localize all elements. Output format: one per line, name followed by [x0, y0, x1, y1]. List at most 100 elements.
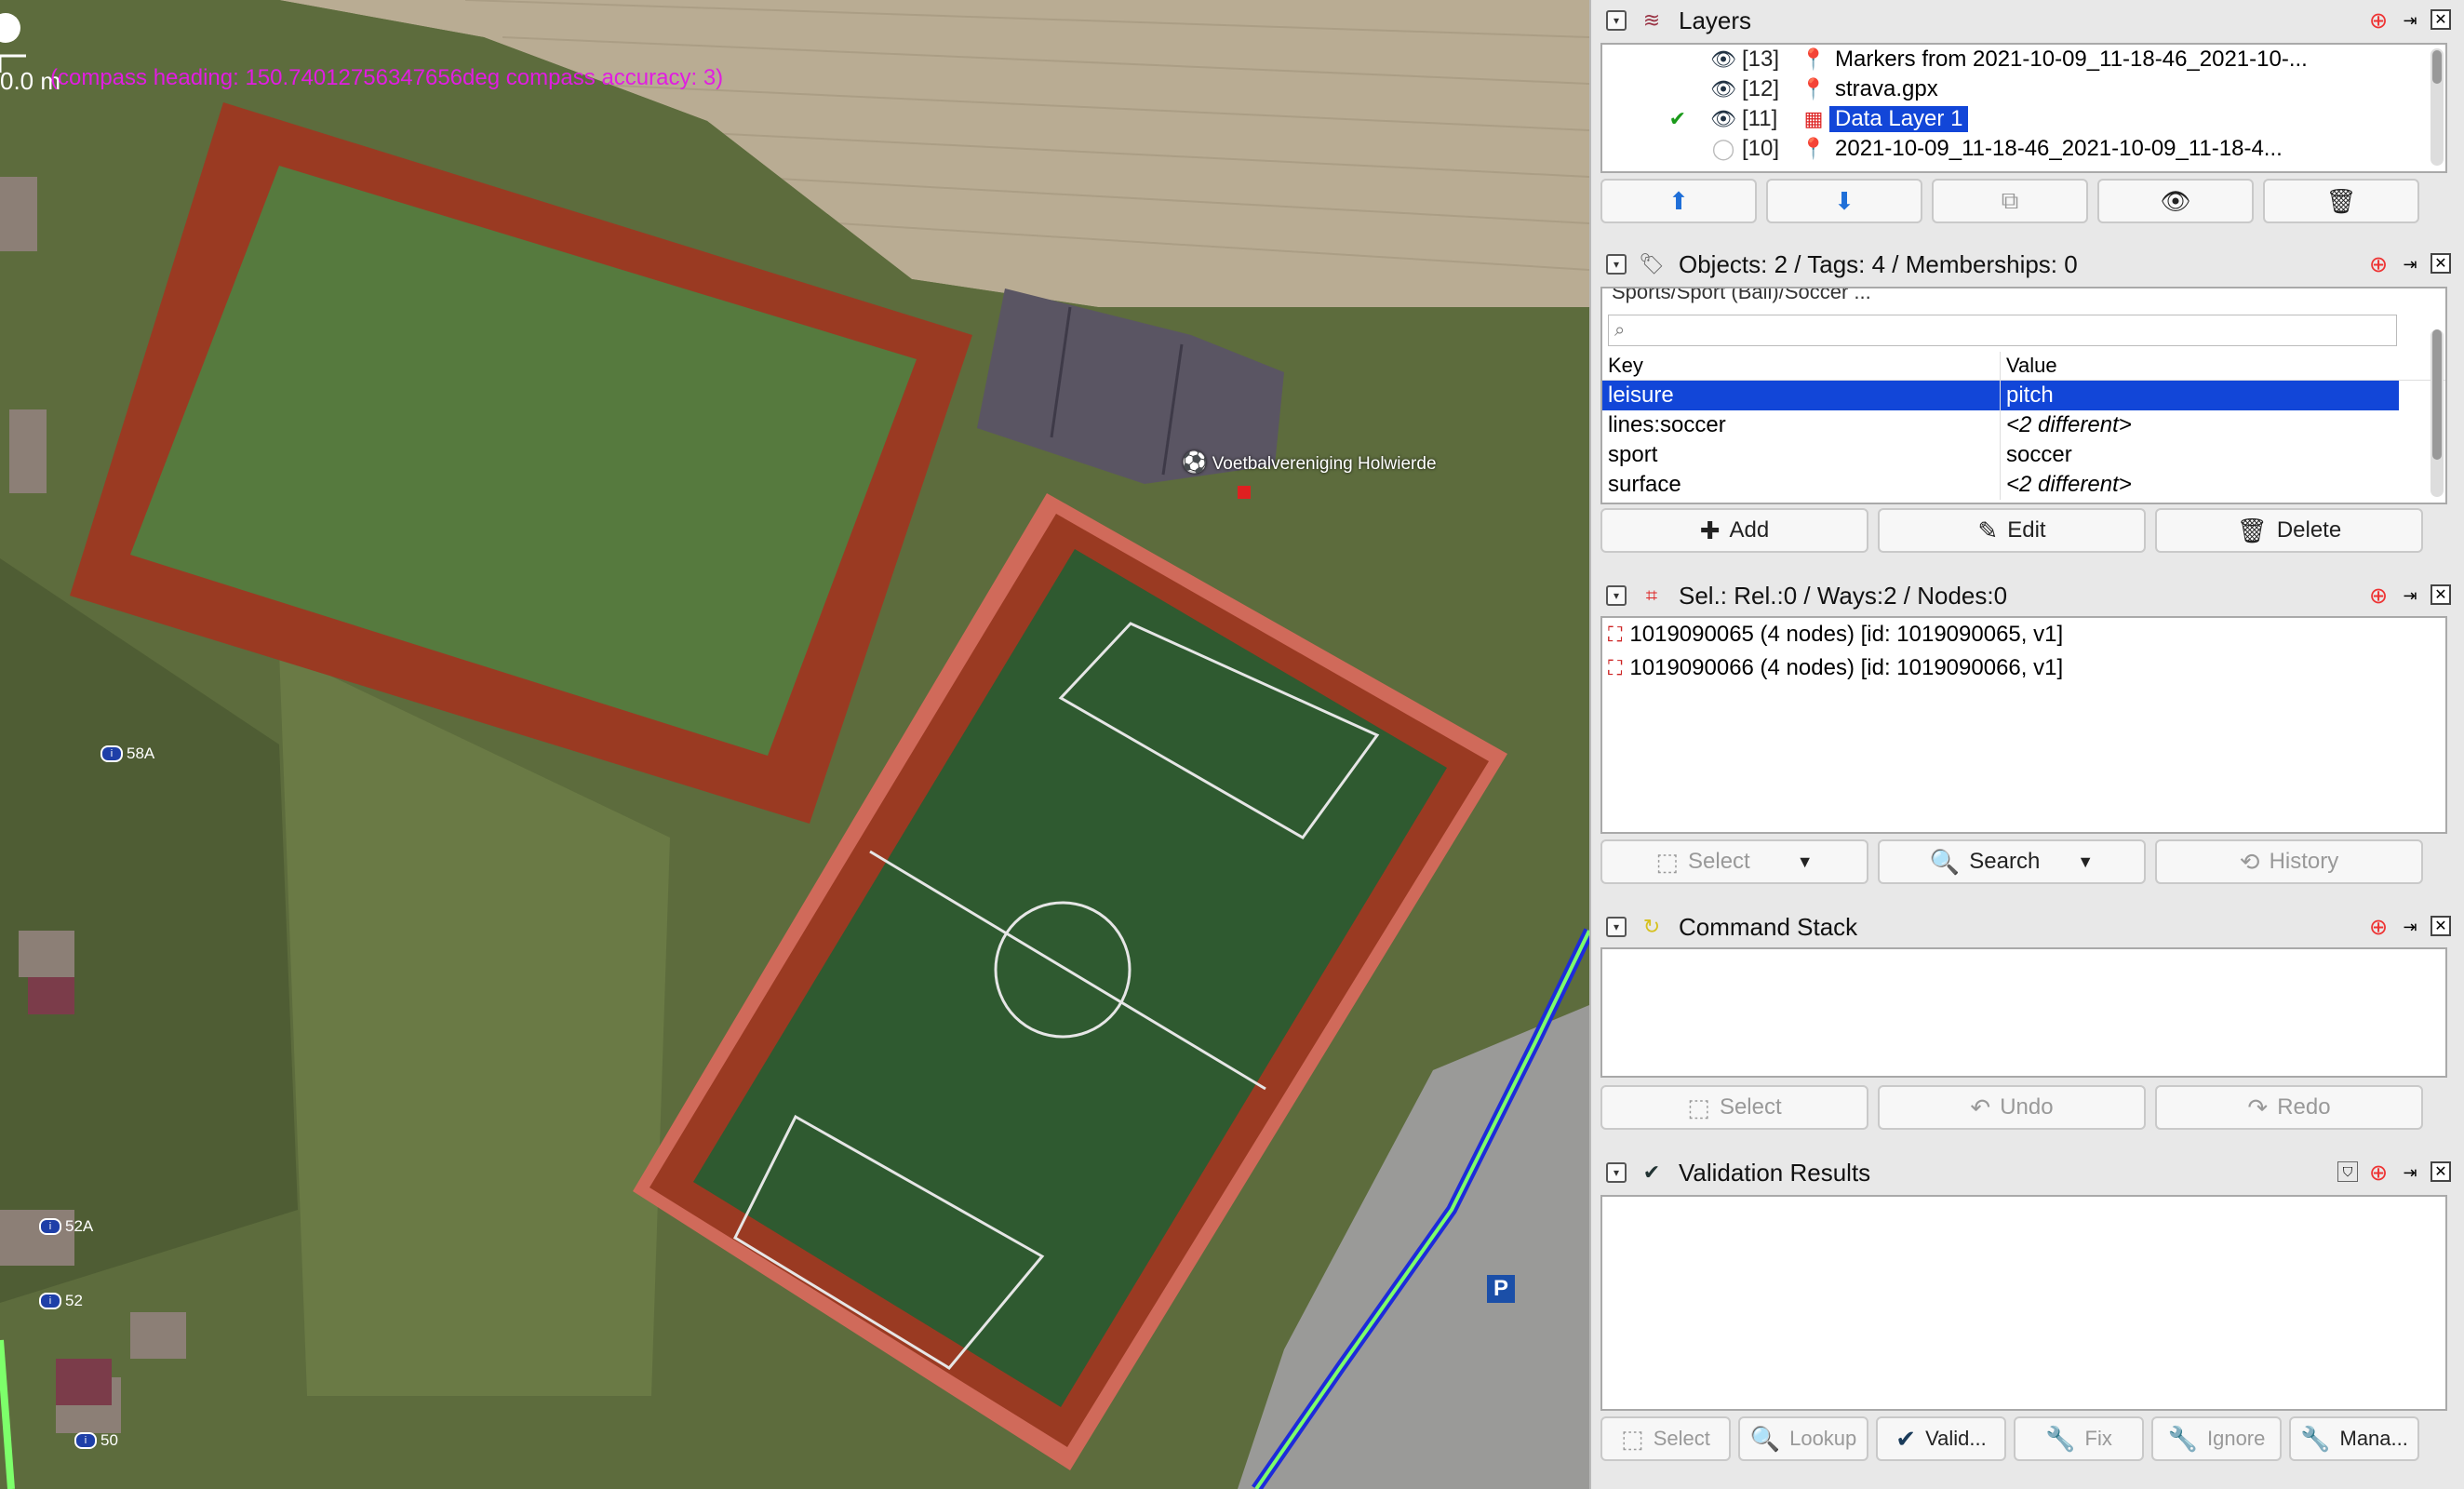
search-button[interactable]: 🔍 Search ▼: [1878, 839, 2146, 884]
gpx-pin-icon: 📍: [1801, 137, 1827, 160]
layer-row[interactable]: ◯ [10] 📍 2021-10-09_11-18-46_2021-10-09_…: [1602, 134, 2445, 164]
history-icon: ⟲: [2239, 847, 2260, 876]
visibility-eye-icon[interactable]: 👁: [1705, 47, 1742, 72]
help-icon[interactable]: ⊕: [2367, 252, 2390, 277]
lookup-button[interactable]: 🔍 Lookup: [1738, 1416, 1868, 1461]
house-number: i 52: [39, 1292, 83, 1310]
tags-dialog: ▾ 🏷 Objects: 2 / Tags: 4 / Memberships: …: [1600, 246, 2457, 553]
edit-tag-button[interactable]: ✎ Edit: [1878, 508, 2146, 553]
way-icon: ⛶: [1608, 623, 1623, 646]
validation-list[interactable]: [1600, 1195, 2447, 1411]
list-item[interactable]: ⛶ 1019090066 (4 nodes) [id: 1019090066, …: [1602, 651, 2445, 685]
select-cursor-icon: ⬚: [1655, 847, 1680, 876]
way-icon: ⛶: [1608, 656, 1623, 679]
history-button[interactable]: ⟲ History: [2155, 839, 2423, 884]
preset-link[interactable]: Sports/Sport (Ball)/Soccer ...: [1602, 288, 2445, 309]
visibility-eye-icon[interactable]: 👁: [1705, 77, 1742, 101]
chevron-down-icon[interactable]: ▼: [2077, 852, 2094, 872]
merge-icon: ⧉: [2001, 186, 2019, 214]
close-icon[interactable]: ✕: [2431, 916, 2451, 936]
layer-row[interactable]: 👁 [13] 📍 Markers from 2021-10-09_11-18-4…: [1602, 45, 2445, 74]
address-icon: i: [74, 1432, 97, 1449]
column-value[interactable]: Value: [2001, 352, 2445, 380]
move-down-button[interactable]: ⬇: [1766, 179, 1922, 223]
tag-row[interactable]: leisure pitch: [1602, 381, 2399, 410]
soccer-ball-icon: ⚽: [1182, 450, 1208, 474]
collapse-toggle[interactable]: ▾: [1606, 254, 1627, 275]
scrollbar[interactable]: [2431, 48, 2444, 166]
tag-row[interactable]: lines:soccer <2 different>: [1602, 410, 2399, 440]
hidden-eye-icon[interactable]: ◯: [1705, 137, 1742, 161]
help-icon[interactable]: ⊕: [2367, 584, 2390, 609]
list-item[interactable]: ⛶ 1019090065 (4 nodes) [id: 1019090065, …: [1602, 618, 2445, 651]
undo-button[interactable]: ↶ Undo: [1878, 1085, 2146, 1130]
chevron-down-icon[interactable]: ▼: [1797, 852, 1814, 872]
scrollbar[interactable]: [2431, 329, 2444, 497]
fix-button[interactable]: 🔧 Fix: [2014, 1416, 2144, 1461]
dialog-title: Command Stack: [1679, 912, 1858, 941]
close-icon[interactable]: ✕: [2431, 9, 2451, 30]
pin-icon[interactable]: ⇥: [2399, 1161, 2421, 1184]
validate-button[interactable]: ✔ Valid...: [1876, 1416, 2006, 1461]
arrow-up-icon: ⬆: [1668, 186, 1689, 215]
address-icon: i: [39, 1218, 61, 1235]
close-icon[interactable]: ✕: [2431, 584, 2451, 605]
collapse-toggle[interactable]: ▾: [1606, 917, 1627, 937]
help-icon[interactable]: ⊕: [2367, 1160, 2390, 1186]
map-view[interactable]: 0.0 m (compass heading: 150.740127563476…: [0, 0, 1589, 1489]
manage-ignored-button[interactable]: 🔧 Mana...: [2289, 1416, 2419, 1461]
layer-row-active[interactable]: ✔ 👁 [11] ▦ Data Layer 1: [1602, 104, 2445, 134]
select-button[interactable]: ⬚ Select: [1600, 1085, 1868, 1130]
visibility-eye-icon[interactable]: 👁: [1705, 107, 1742, 131]
redo-button[interactable]: ↷ Redo: [2155, 1085, 2423, 1130]
trash-icon: 🗑: [2236, 516, 2268, 544]
search-icon: 🔍: [1929, 847, 1961, 876]
help-icon[interactable]: ⊕: [2367, 8, 2390, 34]
checkmark-icon: ✔: [1642, 1160, 1661, 1184]
collapse-toggle[interactable]: ▾: [1606, 585, 1627, 606]
pin-icon[interactable]: ⇥: [2399, 9, 2421, 32]
tag-row[interactable]: surface <2 different>: [1602, 470, 2399, 500]
ignore-button[interactable]: 🔧 Ignore: [2151, 1416, 2282, 1461]
help-icon[interactable]: ⊕: [2367, 915, 2390, 940]
trash-icon: 🗑: [2325, 186, 2357, 215]
layer-row[interactable]: 👁 [12] 📍 strava.gpx: [1602, 74, 2445, 104]
merge-button[interactable]: ⧉: [1932, 179, 2088, 223]
collapse-toggle[interactable]: ▾: [1606, 10, 1627, 31]
move-up-button[interactable]: ⬆: [1600, 179, 1757, 223]
visibility-button[interactable]: 👁: [2097, 179, 2254, 223]
tag-table[interactable]: Sports/Sport (Ball)/Soccer ... ⌕ Key Val…: [1600, 287, 2447, 504]
select-cursor-icon: ⬚: [1621, 1424, 1644, 1453]
search-icon: 🔍: [1749, 1424, 1781, 1453]
eye-icon: 👁: [2160, 186, 2191, 215]
command-list[interactable]: [1600, 947, 2447, 1078]
address-icon: i: [100, 745, 123, 762]
layer-list[interactable]: 👁 [13] 📍 Markers from 2021-10-09_11-18-4…: [1600, 43, 2447, 173]
close-icon[interactable]: ✕: [2431, 1161, 2451, 1182]
redo-icon: ↷: [2247, 1093, 2269, 1121]
collapse-toggle[interactable]: ▾: [1606, 1162, 1627, 1183]
select-button[interactable]: ⬚ Select ▼: [1600, 839, 1868, 884]
dialog-title: Layers: [1679, 6, 1752, 34]
selection-list[interactable]: ⛶ 1019090065 (4 nodes) [id: 1019090065, …: [1600, 616, 2447, 834]
column-key[interactable]: Key: [1602, 352, 2001, 380]
tag-search-input[interactable]: ⌕: [1608, 315, 2397, 346]
club-label[interactable]: ⚽ Voetbalvereniging Holwierde: [1182, 450, 1437, 475]
plus-icon: ✚: [1699, 516, 1721, 544]
close-icon[interactable]: ✕: [2431, 253, 2451, 274]
validation-dialog: ▾ ✔ Validation Results ⛉ ⊕ ⇥ ✕ ⬚ Select 🔍…: [1600, 1154, 2457, 1461]
delete-tag-button[interactable]: 🗑 Delete: [2155, 508, 2423, 553]
pin-icon[interactable]: ⇥: [2399, 253, 2421, 275]
pin-icon[interactable]: ⇥: [2399, 916, 2421, 938]
aerial-imagery: [0, 0, 1589, 1489]
pin-icon[interactable]: ⇥: [2399, 584, 2421, 607]
delete-layer-button[interactable]: 🗑: [2263, 179, 2419, 223]
add-tag-button[interactable]: ✚ Add: [1600, 508, 1868, 553]
select-cursor-icon: ⬚: [1687, 1093, 1710, 1121]
tag-icon: 🏷: [1639, 252, 1665, 275]
active-check-icon: ✔: [1668, 107, 1686, 130]
data-layer-icon: ▦: [1803, 107, 1824, 130]
select-button[interactable]: ⬚ Select: [1600, 1416, 1731, 1461]
tag-row[interactable]: sport soccer: [1602, 440, 2399, 470]
filter-icon[interactable]: ⛉: [2337, 1161, 2358, 1182]
